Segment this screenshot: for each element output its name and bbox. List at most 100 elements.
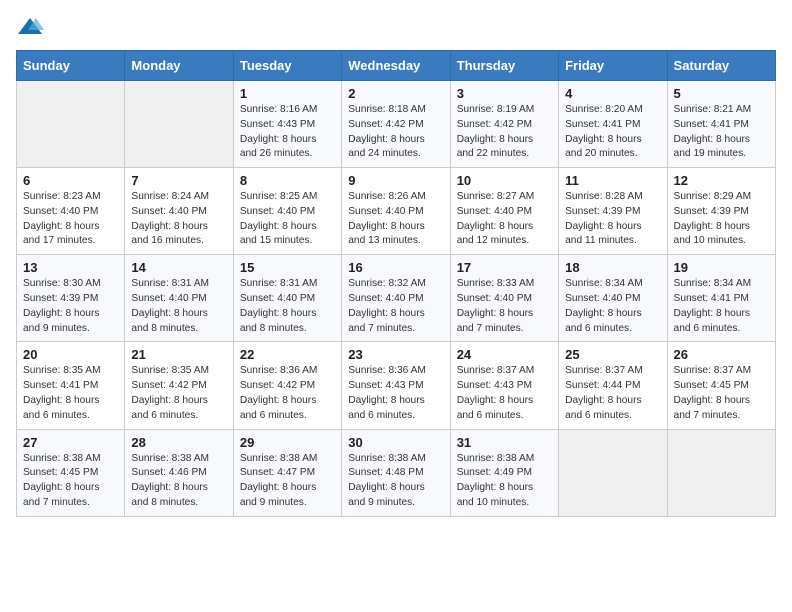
- day-number: 12: [674, 173, 769, 188]
- calendar-week-row: 20 Sunrise: 8:35 AMSunset: 4:41 PMDaylig…: [17, 342, 776, 429]
- calendar-day-cell: 24 Sunrise: 8:37 AMSunset: 4:43 PMDaylig…: [450, 342, 558, 429]
- day-number: 16: [348, 260, 443, 275]
- page-header: [16, 16, 776, 38]
- calendar-week-row: 6 Sunrise: 8:23 AMSunset: 4:40 PMDayligh…: [17, 168, 776, 255]
- day-info: Sunrise: 8:35 AMSunset: 4:42 PMDaylight:…: [131, 365, 209, 420]
- logo-icon: [16, 16, 44, 38]
- day-info: Sunrise: 8:34 AMSunset: 4:40 PMDaylight:…: [565, 278, 643, 333]
- calendar-table: SundayMondayTuesdayWednesdayThursdayFrid…: [16, 50, 776, 517]
- calendar-day-cell: 29 Sunrise: 8:38 AMSunset: 4:47 PMDaylig…: [233, 429, 341, 516]
- day-number: 30: [348, 435, 443, 450]
- day-info: Sunrise: 8:24 AMSunset: 4:40 PMDaylight:…: [131, 191, 209, 246]
- calendar-day-cell: 7 Sunrise: 8:24 AMSunset: 4:40 PMDayligh…: [125, 168, 233, 255]
- calendar-day-cell: 9 Sunrise: 8:26 AMSunset: 4:40 PMDayligh…: [342, 168, 450, 255]
- day-info: Sunrise: 8:27 AMSunset: 4:40 PMDaylight:…: [457, 191, 535, 246]
- day-number: 14: [131, 260, 226, 275]
- calendar-body: 1 Sunrise: 8:16 AMSunset: 4:43 PMDayligh…: [17, 81, 776, 517]
- calendar-day-cell: 4 Sunrise: 8:20 AMSunset: 4:41 PMDayligh…: [559, 81, 667, 168]
- day-number: 26: [674, 347, 769, 362]
- calendar-day-cell: 15 Sunrise: 8:31 AMSunset: 4:40 PMDaylig…: [233, 255, 341, 342]
- calendar-day-cell: 8 Sunrise: 8:25 AMSunset: 4:40 PMDayligh…: [233, 168, 341, 255]
- calendar-day-cell: 31 Sunrise: 8:38 AMSunset: 4:49 PMDaylig…: [450, 429, 558, 516]
- calendar-day-cell: 1 Sunrise: 8:16 AMSunset: 4:43 PMDayligh…: [233, 81, 341, 168]
- calendar-day-cell: 13 Sunrise: 8:30 AMSunset: 4:39 PMDaylig…: [17, 255, 125, 342]
- day-info: Sunrise: 8:37 AMSunset: 4:43 PMDaylight:…: [457, 365, 535, 420]
- calendar-day-cell: 12 Sunrise: 8:29 AMSunset: 4:39 PMDaylig…: [667, 168, 775, 255]
- calendar-day-cell: 3 Sunrise: 8:19 AMSunset: 4:42 PMDayligh…: [450, 81, 558, 168]
- calendar-day-cell: [125, 81, 233, 168]
- calendar-day-cell: 23 Sunrise: 8:36 AMSunset: 4:43 PMDaylig…: [342, 342, 450, 429]
- day-info: Sunrise: 8:21 AMSunset: 4:41 PMDaylight:…: [674, 104, 752, 159]
- calendar-day-cell: 14 Sunrise: 8:31 AMSunset: 4:40 PMDaylig…: [125, 255, 233, 342]
- weekday-header: Friday: [559, 51, 667, 81]
- day-info: Sunrise: 8:23 AMSunset: 4:40 PMDaylight:…: [23, 191, 101, 246]
- day-info: Sunrise: 8:36 AMSunset: 4:43 PMDaylight:…: [348, 365, 426, 420]
- calendar-day-cell: 17 Sunrise: 8:33 AMSunset: 4:40 PMDaylig…: [450, 255, 558, 342]
- calendar-day-cell: [667, 429, 775, 516]
- calendar-day-cell: 6 Sunrise: 8:23 AMSunset: 4:40 PMDayligh…: [17, 168, 125, 255]
- day-number: 5: [674, 86, 769, 101]
- calendar-day-cell: 21 Sunrise: 8:35 AMSunset: 4:42 PMDaylig…: [125, 342, 233, 429]
- day-number: 4: [565, 86, 660, 101]
- header-row: SundayMondayTuesdayWednesdayThursdayFrid…: [17, 51, 776, 81]
- day-info: Sunrise: 8:38 AMSunset: 4:45 PMDaylight:…: [23, 453, 101, 508]
- calendar-day-cell: 10 Sunrise: 8:27 AMSunset: 4:40 PMDaylig…: [450, 168, 558, 255]
- calendar-day-cell: 2 Sunrise: 8:18 AMSunset: 4:42 PMDayligh…: [342, 81, 450, 168]
- day-info: Sunrise: 8:38 AMSunset: 4:46 PMDaylight:…: [131, 453, 209, 508]
- weekday-header: Monday: [125, 51, 233, 81]
- day-number: 7: [131, 173, 226, 188]
- day-number: 3: [457, 86, 552, 101]
- weekday-header: Wednesday: [342, 51, 450, 81]
- day-number: 15: [240, 260, 335, 275]
- calendar-day-cell: 30 Sunrise: 8:38 AMSunset: 4:48 PMDaylig…: [342, 429, 450, 516]
- calendar-day-cell: 22 Sunrise: 8:36 AMSunset: 4:42 PMDaylig…: [233, 342, 341, 429]
- day-number: 23: [348, 347, 443, 362]
- day-info: Sunrise: 8:34 AMSunset: 4:41 PMDaylight:…: [674, 278, 752, 333]
- calendar-day-cell: [559, 429, 667, 516]
- weekday-header: Sunday: [17, 51, 125, 81]
- calendar-header: SundayMondayTuesdayWednesdayThursdayFrid…: [17, 51, 776, 81]
- calendar-day-cell: 11 Sunrise: 8:28 AMSunset: 4:39 PMDaylig…: [559, 168, 667, 255]
- day-info: Sunrise: 8:30 AMSunset: 4:39 PMDaylight:…: [23, 278, 101, 333]
- calendar-day-cell: 26 Sunrise: 8:37 AMSunset: 4:45 PMDaylig…: [667, 342, 775, 429]
- logo: [16, 16, 48, 38]
- day-info: Sunrise: 8:25 AMSunset: 4:40 PMDaylight:…: [240, 191, 318, 246]
- calendar-day-cell: 16 Sunrise: 8:32 AMSunset: 4:40 PMDaylig…: [342, 255, 450, 342]
- day-info: Sunrise: 8:35 AMSunset: 4:41 PMDaylight:…: [23, 365, 101, 420]
- calendar-day-cell: 20 Sunrise: 8:35 AMSunset: 4:41 PMDaylig…: [17, 342, 125, 429]
- day-info: Sunrise: 8:31 AMSunset: 4:40 PMDaylight:…: [240, 278, 318, 333]
- calendar-week-row: 13 Sunrise: 8:30 AMSunset: 4:39 PMDaylig…: [17, 255, 776, 342]
- day-number: 24: [457, 347, 552, 362]
- day-number: 6: [23, 173, 118, 188]
- day-number: 22: [240, 347, 335, 362]
- day-info: Sunrise: 8:38 AMSunset: 4:48 PMDaylight:…: [348, 453, 426, 508]
- day-number: 19: [674, 260, 769, 275]
- weekday-header: Saturday: [667, 51, 775, 81]
- day-info: Sunrise: 8:16 AMSunset: 4:43 PMDaylight:…: [240, 104, 318, 159]
- calendar-day-cell: [17, 81, 125, 168]
- day-number: 18: [565, 260, 660, 275]
- day-info: Sunrise: 8:20 AMSunset: 4:41 PMDaylight:…: [565, 104, 643, 159]
- calendar-day-cell: 25 Sunrise: 8:37 AMSunset: 4:44 PMDaylig…: [559, 342, 667, 429]
- calendar-day-cell: 19 Sunrise: 8:34 AMSunset: 4:41 PMDaylig…: [667, 255, 775, 342]
- day-info: Sunrise: 8:28 AMSunset: 4:39 PMDaylight:…: [565, 191, 643, 246]
- day-info: Sunrise: 8:31 AMSunset: 4:40 PMDaylight:…: [131, 278, 209, 333]
- calendar-day-cell: 27 Sunrise: 8:38 AMSunset: 4:45 PMDaylig…: [17, 429, 125, 516]
- day-info: Sunrise: 8:38 AMSunset: 4:49 PMDaylight:…: [457, 453, 535, 508]
- calendar-week-row: 27 Sunrise: 8:38 AMSunset: 4:45 PMDaylig…: [17, 429, 776, 516]
- day-info: Sunrise: 8:19 AMSunset: 4:42 PMDaylight:…: [457, 104, 535, 159]
- day-info: Sunrise: 8:33 AMSunset: 4:40 PMDaylight:…: [457, 278, 535, 333]
- day-number: 17: [457, 260, 552, 275]
- calendar-day-cell: 28 Sunrise: 8:38 AMSunset: 4:46 PMDaylig…: [125, 429, 233, 516]
- day-info: Sunrise: 8:36 AMSunset: 4:42 PMDaylight:…: [240, 365, 318, 420]
- day-number: 1: [240, 86, 335, 101]
- day-number: 27: [23, 435, 118, 450]
- day-number: 11: [565, 173, 660, 188]
- day-number: 29: [240, 435, 335, 450]
- day-info: Sunrise: 8:32 AMSunset: 4:40 PMDaylight:…: [348, 278, 426, 333]
- day-number: 10: [457, 173, 552, 188]
- weekday-header: Tuesday: [233, 51, 341, 81]
- day-info: Sunrise: 8:26 AMSunset: 4:40 PMDaylight:…: [348, 191, 426, 246]
- day-info: Sunrise: 8:18 AMSunset: 4:42 PMDaylight:…: [348, 104, 426, 159]
- day-info: Sunrise: 8:38 AMSunset: 4:47 PMDaylight:…: [240, 453, 318, 508]
